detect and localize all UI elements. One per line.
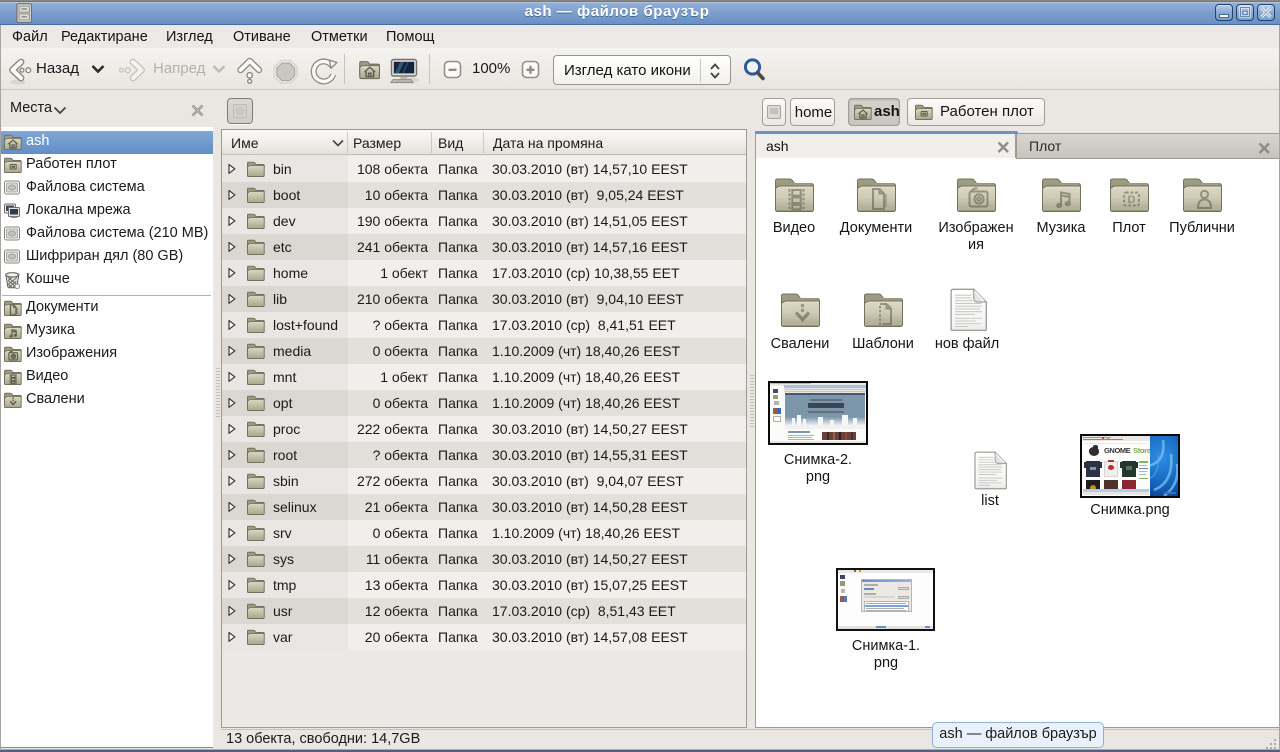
- svg-text:D: D: [1128, 194, 1136, 206]
